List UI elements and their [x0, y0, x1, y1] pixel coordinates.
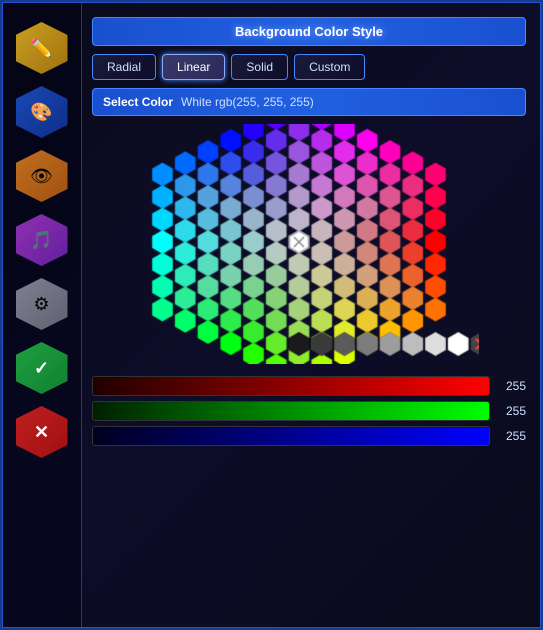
panel-title: Background Color Style [92, 17, 526, 46]
sidebar-edit-button[interactable]: ✏️ [16, 22, 68, 74]
red-slider[interactable] [92, 376, 490, 396]
select-color-label: Select Color [103, 95, 173, 109]
blue-value: 255 [496, 429, 526, 443]
sidebar-eye-button[interactable]: 👁 [16, 150, 68, 202]
main-container: ✏️ 🎨 👁 🎵 ⚙ ✓ ✕ Background Color Style Ra… [0, 0, 543, 630]
style-custom-button[interactable]: Custom [294, 54, 365, 80]
sidebar-settings-button[interactable]: ⚙ [16, 278, 68, 330]
style-linear-button[interactable]: Linear [162, 54, 225, 80]
sidebar-confirm-button[interactable]: ✓ [16, 342, 68, 394]
red-slider-row: 255 [92, 376, 526, 396]
sliders-area: 255 255 255 [92, 376, 526, 446]
green-slider[interactable] [92, 401, 490, 421]
style-radial-button[interactable]: Radial [92, 54, 156, 80]
green-value: 255 [496, 404, 526, 418]
select-color-value: White rgb(255, 255, 255) [181, 95, 314, 109]
blue-slider-row: 255 [92, 426, 526, 446]
sidebar-cancel-button[interactable]: ✕ [16, 406, 68, 458]
sidebar: ✏️ 🎨 👁 🎵 ⚙ ✓ ✕ [2, 2, 82, 628]
blue-slider[interactable] [92, 426, 490, 446]
style-solid-button[interactable]: Solid [231, 54, 288, 80]
color-wheel-canvas[interactable] [139, 124, 479, 364]
content-area: Background Color Style Radial Linear Sol… [82, 2, 541, 628]
sidebar-music-button[interactable]: 🎵 [16, 214, 68, 266]
sidebar-palette-button[interactable]: 🎨 [16, 86, 68, 138]
color-wheel-area [92, 124, 526, 364]
style-buttons-row: Radial Linear Solid Custom [92, 54, 526, 80]
red-value: 255 [496, 379, 526, 393]
green-slider-row: 255 [92, 401, 526, 421]
select-color-bar[interactable]: Select Color White rgb(255, 255, 255) [92, 88, 526, 116]
